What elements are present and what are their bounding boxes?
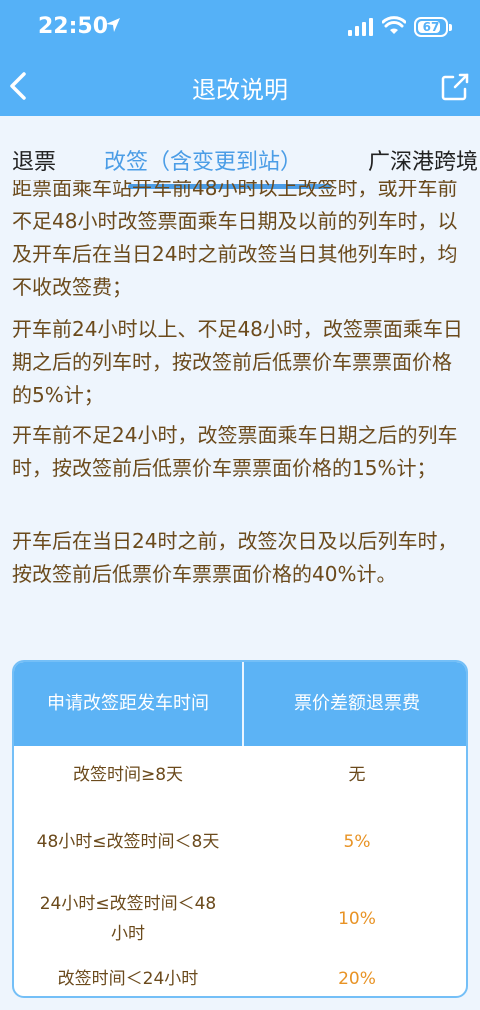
- page-title: 退改说明: [192, 76, 288, 104]
- share-icon[interactable]: [440, 72, 470, 102]
- table-header: 申请改签距发车时间 票价差额退票费: [14, 662, 466, 746]
- fee-table: 申请改签距发车时间 票价差额退票费 改签时间≥8天 无 48小时≤改签时间＜8天…: [12, 660, 468, 998]
- wifi-icon: [382, 16, 406, 34]
- column-header-time: 申请改签距发车时间: [47, 693, 209, 714]
- rules-content[interactable]: 距票面乘车站开车前48小时以上改签时，或开车前不足48小时改签票面乘车日期及以前…: [0, 180, 480, 640]
- rule-paragraph: 距票面乘车站开车前48小时以上改签时，或开车前不足48小时改签票面乘车日期及以前…: [12, 180, 458, 299]
- signal-icon: [348, 18, 373, 36]
- rule-paragraph: 开车前24小时以上、不足48小时，改签票面乘车日期之后的列车时，按改签前后低票价…: [12, 317, 463, 407]
- row-time: 48小时≤改签时间＜8天: [36, 832, 220, 852]
- location-arrow-icon: [106, 18, 120, 32]
- row-time: 改签时间＜24小时: [57, 969, 199, 989]
- row-time: 24小时≤改签时间＜48小时: [39, 894, 217, 944]
- table-row: 48小时≤改签时间＜8天 5%: [14, 804, 466, 880]
- table-row: 改签时间＜24小时 20%: [14, 958, 466, 996]
- app-header: 22:50 67 退改说明: [0, 0, 480, 116]
- tab-change[interactable]: 改签（含变更到站）: [104, 144, 302, 176]
- table-row: 24小时≤改签时间＜48小时 10%: [14, 880, 466, 958]
- row-time: 改签时间≥8天: [72, 765, 184, 785]
- battery-level: 67: [422, 20, 440, 34]
- status-time: 22:50: [38, 14, 109, 39]
- tab-refund[interactable]: 退票: [12, 144, 56, 176]
- tab-cross-border[interactable]: 广深港跨境: [368, 144, 478, 176]
- row-fee: 5%: [343, 832, 371, 852]
- battery-icon: 67: [414, 17, 452, 37]
- rule-paragraph: 开车前不足24小时，改签票面乘车日期之后的列车时，按改签前后低票价车票票面价格的…: [12, 423, 458, 480]
- row-fee: 10%: [338, 909, 376, 929]
- row-fee: 20%: [338, 969, 376, 989]
- row-fee: 无: [348, 765, 366, 785]
- table-row: 改签时间≥8天 无: [14, 746, 466, 804]
- column-header-fee: 票价差额退票费: [294, 693, 420, 714]
- rule-paragraph: 开车后在当日24时之前，改签次日及以后列车时，按改签前后低票价车票票面价格的40…: [12, 529, 458, 586]
